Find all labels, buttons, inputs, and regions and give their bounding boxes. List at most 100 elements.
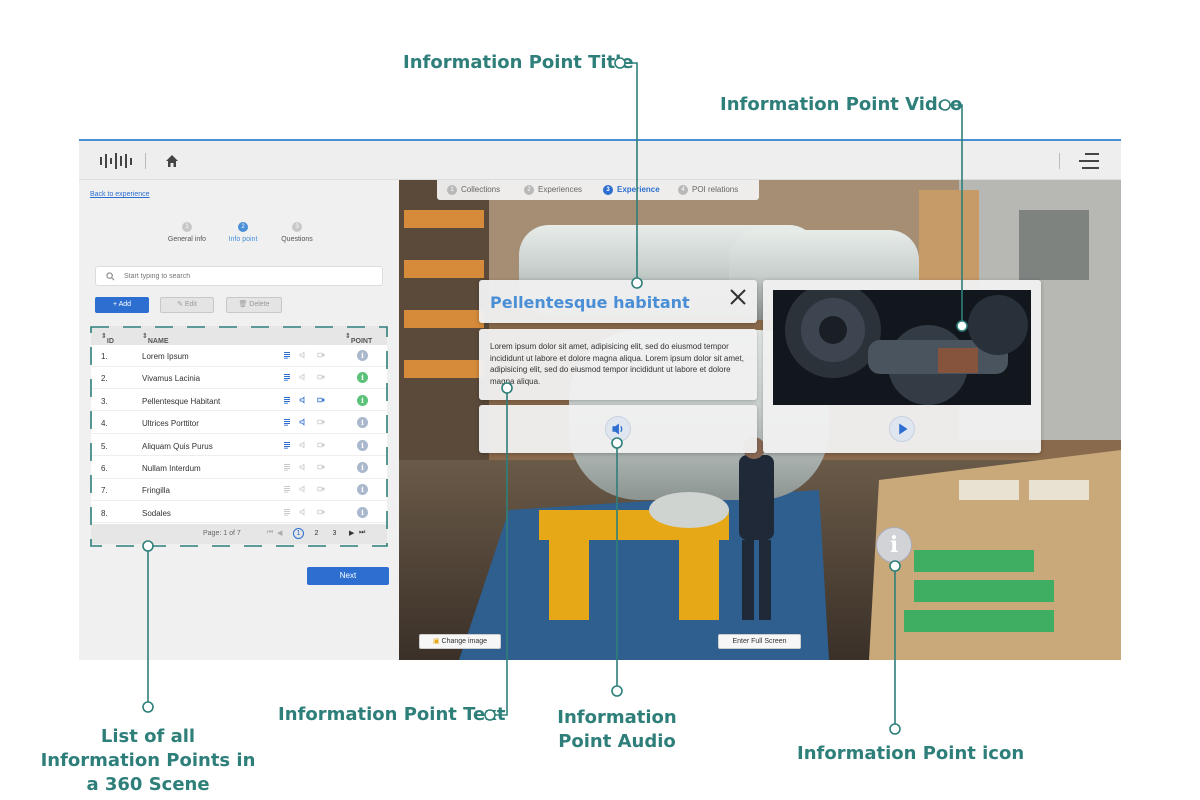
row-name: Aliquam Quis Purus <box>142 441 213 451</box>
next-page-icon[interactable]: ▶ <box>349 529 354 537</box>
previous-page-icon[interactable]: ◀ <box>277 529 282 537</box>
enter-full-screen-button[interactable]: Enter Full Screen <box>718 634 801 649</box>
row-id: 8. <box>101 508 108 518</box>
page-label: Page: 1 of 7 <box>203 530 241 537</box>
info-point-title-card: Pellentesque habitant <box>479 280 757 323</box>
back-to-experience-link[interactable]: Back to experience <box>90 191 150 198</box>
info-point-icon[interactable]: i <box>357 394 368 406</box>
pencil-icon: ✎ <box>177 301 185 308</box>
add-button[interactable]: + Add <box>95 297 149 313</box>
video-icon <box>317 418 325 426</box>
callout-info-point-list: List of all Information Points in a 360 … <box>40 726 256 795</box>
table-row[interactable]: 8. Sodales i <box>91 502 387 524</box>
table-row[interactable]: 7. Fringilla i <box>91 479 387 501</box>
info-point-video-card <box>763 280 1041 453</box>
search-input[interactable] <box>124 270 374 283</box>
audio-icon <box>299 485 307 494</box>
speaker-icon <box>612 423 623 435</box>
info-point-audio-card <box>479 405 757 453</box>
column-header-id[interactable]: ⇕ ID <box>101 332 114 345</box>
column-header-point[interactable]: ⇕ POINT <box>345 332 372 345</box>
edit-button[interactable]: ✎ Edit <box>160 297 214 313</box>
info-point-icon[interactable]: i <box>357 506 368 518</box>
text-icon <box>283 418 291 426</box>
info-point-title: Pellentesque habitant <box>490 293 690 312</box>
add-button-label: Add <box>118 301 132 308</box>
text-icon <box>283 485 291 494</box>
step-info-point[interactable]: 2 Info point <box>215 222 271 243</box>
text-icon <box>283 463 291 471</box>
edit-button-label: Edit <box>184 301 197 308</box>
last-page-icon[interactable]: ⏭ <box>359 529 365 537</box>
info-point-icon[interactable]: i <box>357 350 368 361</box>
audio-play-button[interactable] <box>605 416 631 442</box>
breadcrumb-experience[interactable]: 3 Experience <box>603 185 660 195</box>
close-icon[interactable] <box>729 288 747 306</box>
video-icon <box>317 508 325 516</box>
info-points-table: ⇕ ID ⇕ NAME ⇕ POINT 1. Lorem Ipsum i 2. Viva… <box>91 326 387 544</box>
callout-info-point-icon: Information Point icon <box>797 743 1025 764</box>
audio-icon <box>299 351 307 359</box>
table-row[interactable]: 3. Pellentesque Habitant i <box>91 390 387 412</box>
column-header-name[interactable]: ⇕ NAME <box>142 332 169 345</box>
breadcrumb-poi-relations[interactable]: 4 POI relations <box>678 185 738 195</box>
step-general-info[interactable]: 1 General info <box>159 222 215 243</box>
row-name: Sodales <box>142 508 171 518</box>
info-point-icon[interactable]: i <box>357 439 368 451</box>
row-name: Nullam Interdum <box>142 464 201 473</box>
search-box <box>95 266 383 286</box>
page-button-1[interactable]: 1 <box>293 528 304 539</box>
table-row[interactable]: 5. Aliquam Quis Purus i <box>91 435 387 457</box>
app-window: Back to experience 1 General info 2 Info… <box>79 139 1121 660</box>
video-icon <box>317 463 325 471</box>
row-name: Lorem Ipsum <box>142 352 189 361</box>
page-button-3[interactable]: 3 <box>329 528 340 539</box>
gear-machinery-video-frame <box>773 290 1031 405</box>
scene-360-view[interactable]: 1 Collections 2 Experiences 3 Experience 4P… <box>399 180 1121 660</box>
search-icon <box>106 272 115 281</box>
breadcrumb-collections[interactable]: 1 Collections <box>447 185 500 195</box>
table-row[interactable]: 6. Nullam Interdum i <box>91 457 387 479</box>
next-button[interactable]: Next <box>307 567 389 585</box>
table-row[interactable]: 4. Ultrices Porttitor i <box>91 412 387 434</box>
row-id: 4. <box>101 419 108 429</box>
row-name: Pellentesque Habitant <box>142 396 221 406</box>
menu-icon[interactable] <box>1079 153 1099 169</box>
divider <box>145 153 146 169</box>
row-id: 5. <box>101 441 108 451</box>
info-point-icon[interactable]: i <box>357 372 368 384</box>
first-page-icon[interactable]: ⏮ <box>267 529 273 537</box>
annotated-screenshot: Information Point Title Information Poin… <box>0 0 1200 800</box>
info-point-icon[interactable]: i <box>357 417 368 429</box>
step-questions[interactable]: 3 Questions <box>269 222 325 243</box>
step-label: General info <box>167 236 207 243</box>
row-id: 7. <box>101 486 108 496</box>
text-icon <box>283 396 291 404</box>
change-image-button[interactable]: ▣ Change image <box>419 634 501 649</box>
info-point-icon[interactable]: i <box>357 462 368 473</box>
video-icon <box>317 441 325 449</box>
breadcrumb-experiences[interactable]: 2 Experiences <box>524 185 582 195</box>
info-point-text-card: Lorem ipsum dolor sit amet, adipisicing … <box>479 329 757 400</box>
table-row[interactable]: 1. Lorem Ipsum i <box>91 345 387 367</box>
delete-button[interactable]: 🗑 Delete <box>226 297 282 313</box>
delete-button-label: Delete <box>249 301 270 308</box>
row-name: Fringilla <box>142 486 171 496</box>
audio-icon <box>299 418 307 426</box>
home-icon[interactable] <box>165 154 179 168</box>
row-id: 6. <box>101 464 108 473</box>
step-number: 1 <box>182 222 192 232</box>
play-icon <box>899 423 908 435</box>
video-player[interactable] <box>773 290 1031 405</box>
table-row[interactable]: 2. Vivamus Lacinia i <box>91 367 387 389</box>
step-number: 2 <box>238 222 248 232</box>
audio-icon <box>299 440 307 449</box>
info-point-icon[interactable]: i <box>357 484 368 496</box>
text-icon <box>283 441 291 449</box>
page-button-2[interactable]: 2 <box>311 528 322 539</box>
info-point-marker-icon[interactable]: i <box>876 527 912 563</box>
table-header: ⇕ ID ⇕ NAME ⇕ POINT <box>91 326 387 345</box>
video-play-button[interactable] <box>889 416 915 442</box>
callout-info-point-video: Information Point Video <box>720 94 963 115</box>
callout-info-point-text: Information Point Text <box>278 704 506 725</box>
